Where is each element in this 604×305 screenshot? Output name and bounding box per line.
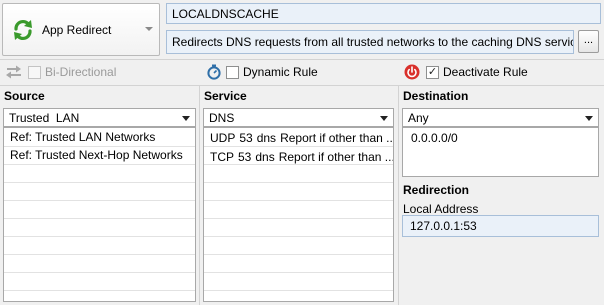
divider — [0, 85, 604, 86]
stopwatch-icon — [207, 64, 221, 80]
list-item[interactable]: Ref: Trusted Next-Hop Networks — [4, 146, 195, 164]
source-select[interactable]: Trusted LAN — [3, 108, 196, 127]
list-item[interactable]: 0.0.0.0/0 — [403, 128, 598, 146]
destination-selected-value: Any — [408, 110, 429, 125]
chevron-down-icon — [145, 27, 153, 31]
deactivate-rule-option: ✓ Deactivate Rule — [404, 64, 528, 80]
service-selected-value: DNS — [209, 110, 235, 125]
column-divider — [199, 86, 200, 305]
bidirectional-arrows-icon — [6, 65, 21, 79]
dynamic-rule-label: Dynamic Rule — [243, 65, 318, 79]
destination-heading: Destination — [403, 89, 469, 103]
local-address-field[interactable]: 127.0.0.1:53 — [402, 215, 599, 237]
service-list[interactable]: UDP 53 dns Report if other than ... TCP 53 dn… — [203, 127, 394, 302]
chevron-down-icon — [380, 116, 388, 121]
rule-type-label: App Redirect — [42, 22, 112, 37]
dynamic-rule-option: Dynamic Rule — [206, 64, 318, 80]
divider — [0, 59, 604, 60]
redirect-arrows-icon — [14, 19, 32, 40]
bidirectional-option: Bi-Directional — [5, 64, 116, 80]
power-icon — [404, 64, 420, 80]
source-list[interactable]: Ref: Trusted LAN Networks Ref: Trusted N… — [3, 127, 196, 302]
list-item[interactable]: UDP 53 dns Report if other than ... — [204, 128, 393, 148]
bidirectional-checkbox[interactable] — [28, 65, 41, 79]
destination-select[interactable]: Any — [402, 108, 599, 127]
rule-name-field[interactable]: LOCALDNSCACHE — [166, 3, 601, 24]
deactivate-rule-label: Deactivate Rule — [443, 65, 528, 79]
edit-description-button[interactable]: ... — [578, 30, 599, 53]
dynamic-rule-checkbox[interactable] — [226, 65, 239, 79]
chevron-down-icon — [182, 116, 190, 121]
service-heading: Service — [204, 89, 247, 103]
source-selected-value: Trusted LAN — [9, 110, 80, 125]
chevron-down-icon — [585, 116, 593, 121]
redirection-heading: Redirection — [403, 183, 470, 197]
column-divider — [398, 86, 399, 305]
bidirectional-label: Bi-Directional — [45, 65, 117, 79]
local-address-label: Local Address — [403, 202, 479, 216]
list-item[interactable]: Ref: Trusted LAN Networks — [4, 128, 195, 146]
destination-list[interactable]: 0.0.0.0/0 — [402, 127, 599, 177]
rule-description-field[interactable]: Redirects DNS requests from all trusted … — [166, 30, 574, 54]
service-select[interactable]: DNS — [203, 108, 394, 127]
source-heading: Source — [4, 89, 45, 103]
list-item[interactable]: TCP 53 dns Report if other than ... — [204, 148, 393, 166]
deactivate-rule-checkbox[interactable]: ✓ — [426, 65, 439, 79]
rule-type-dropdown-button[interactable]: App Redirect — [2, 3, 160, 56]
